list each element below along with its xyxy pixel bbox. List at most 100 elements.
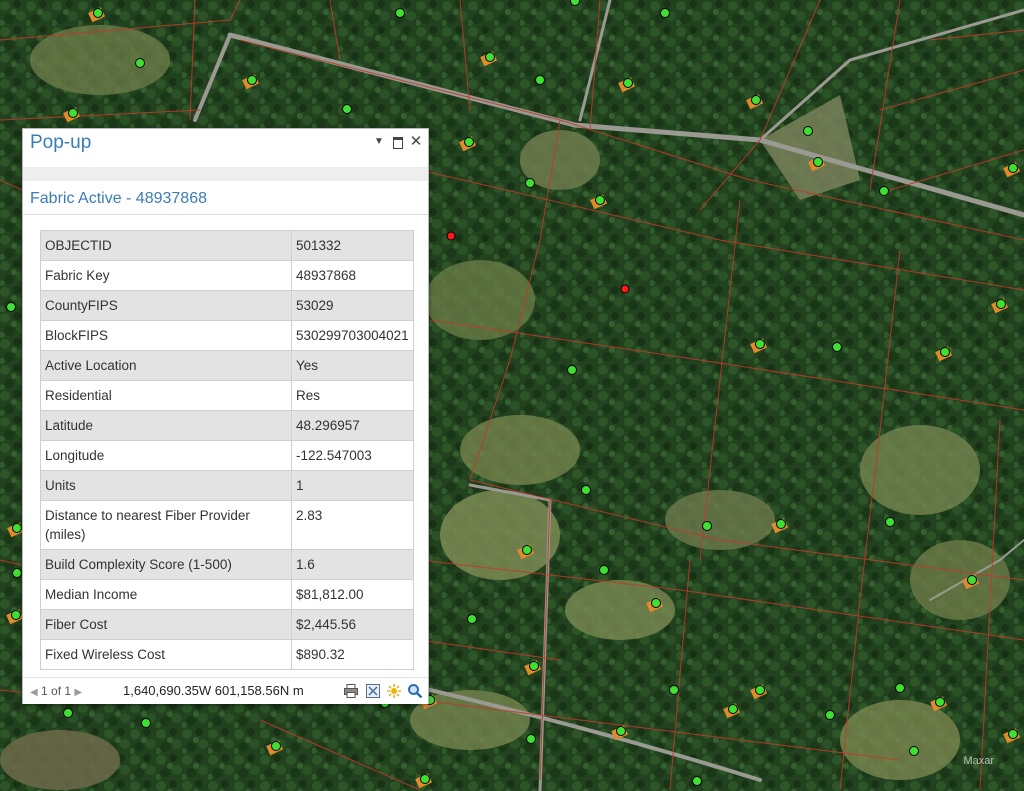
active-location-point[interactable] [669,685,679,695]
map-attribution: Maxar [963,755,994,767]
popup-footer: ◀ 1 of 1 ▶ 1,640,690.35W 601,158.56N m [23,677,428,704]
active-location-point[interactable] [68,108,78,118]
active-location-point[interactable] [1008,163,1018,173]
active-location-point[interactable] [11,610,21,620]
attribute-row: BlockFIPS 530299703004021 [40,320,414,351]
active-location-point[interactable] [651,598,661,608]
active-location-point[interactable] [12,523,22,533]
active-location-point[interactable] [342,104,352,114]
attribute-value: -122.547003 [291,440,414,471]
active-location-point[interactable] [751,95,761,105]
active-location-point[interactable] [660,8,670,18]
export-icon[interactable] [365,683,381,699]
attribute-field: OBJECTID [40,230,292,261]
flash-icon[interactable] [386,683,402,699]
print-icon[interactable] [343,683,359,699]
active-location-point[interactable] [825,710,835,720]
active-location-point[interactable] [535,75,545,85]
attribute-field: Latitude [40,410,292,441]
attribute-value: 1.6 [291,549,414,580]
active-location-point[interactable] [581,485,591,495]
zoom-to-icon[interactable] [407,683,423,699]
attribute-row: Build Complexity Score (1-500) 1.6 [40,549,414,580]
active-location-point[interactable] [93,8,103,18]
attribute-value: 48937868 [291,260,414,291]
active-location-point[interactable] [595,195,605,205]
active-location-point[interactable] [522,545,532,555]
active-location-point[interactable] [6,302,16,312]
attribute-value: $81,812.00 [291,579,414,610]
attribute-row: Fiber Cost $2,445.56 [40,609,414,640]
active-location-point[interactable] [529,661,539,671]
active-location-point[interactable] [12,568,22,578]
attribute-field: Fiber Cost [40,609,292,640]
attribute-value: $2,445.56 [291,609,414,640]
attribute-row: Median Income $81,812.00 [40,579,414,610]
attribute-field: Residential [40,380,292,411]
active-location-point[interactable] [813,157,823,167]
attribute-value: 2.83 [291,500,414,550]
active-location-point[interactable] [464,137,474,147]
feature-title[interactable]: Fabric Active - 48937868 [30,190,207,208]
attribute-value: 530299703004021 [291,320,414,351]
attribute-row: OBJECTID 501332 [40,230,414,261]
active-location-point[interactable] [1008,729,1018,739]
active-location-point[interactable] [776,519,786,529]
active-location-point[interactable] [567,365,577,375]
active-location-point[interactable] [526,734,536,744]
active-location-point[interactable] [599,565,609,575]
active-location-point[interactable] [755,685,765,695]
chevron-down-icon[interactable]: ▼ [371,134,387,150]
active-location-point[interactable] [247,75,257,85]
maximize-icon[interactable] [390,134,406,150]
attribute-row: Latitude 48.296957 [40,410,414,441]
active-location-point[interactable] [525,178,535,188]
active-location-point[interactable] [895,683,905,693]
attribute-row: Residential Res [40,380,414,411]
active-location-point[interactable] [420,774,430,784]
popup-panel[interactable]: Pop-up ▼ ✕ Fabric Active - 48937868 OBJE… [22,128,429,704]
attribute-value: 501332 [291,230,414,261]
active-location-point[interactable] [467,614,477,624]
attribute-field: Longitude [40,440,292,471]
active-location-point[interactable] [879,186,889,196]
close-icon[interactable]: ✕ [408,134,424,150]
previous-icon[interactable]: ◀ [30,687,38,698]
attribute-row: CountyFIPS 53029 [40,290,414,321]
active-location-point[interactable] [702,521,712,531]
active-location-point[interactable] [570,0,580,6]
inactive-location-point[interactable] [446,231,456,241]
active-location-point[interactable] [63,708,73,718]
active-location-point[interactable] [692,776,702,786]
active-location-point[interactable] [271,741,281,751]
attribute-field: Distance to nearest Fiber Provider (mile… [40,500,292,550]
active-location-point[interactable] [996,299,1006,309]
next-icon[interactable]: ▶ [74,687,82,698]
active-location-point[interactable] [616,726,626,736]
active-location-point[interactable] [135,58,145,68]
active-location-point[interactable] [485,52,495,62]
attribute-value: 1 [291,470,414,501]
active-location-point[interactable] [803,126,813,136]
attribute-field: Median Income [40,579,292,610]
attribute-row: Longitude -122.547003 [40,440,414,471]
active-location-point[interactable] [623,78,633,88]
attribute-field: Fixed Wireless Cost [40,639,292,670]
attribute-field: Build Complexity Score (1-500) [40,549,292,580]
active-location-point[interactable] [832,342,842,352]
active-location-point[interactable] [940,347,950,357]
active-location-point[interactable] [728,704,738,714]
active-location-point[interactable] [885,517,895,527]
active-location-point[interactable] [967,575,977,585]
active-location-point[interactable] [909,746,919,756]
active-location-point[interactable] [935,697,945,707]
attribute-row: Active Location Yes [40,350,414,381]
attribute-row: Fabric Key 48937868 [40,260,414,291]
active-location-point[interactable] [395,8,405,18]
active-location-point[interactable] [141,718,151,728]
feature-separator [23,214,428,215]
active-location-point[interactable] [755,339,765,349]
inactive-location-point[interactable] [620,284,630,294]
attribute-table: OBJECTID 501332 Fabric Key 48937868 Coun… [40,230,414,670]
popup-titlebar[interactable]: Pop-up ▼ ✕ [23,129,428,159]
